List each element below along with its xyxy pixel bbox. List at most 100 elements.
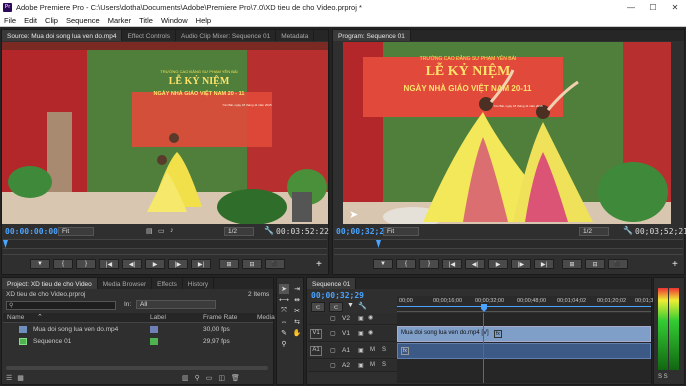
track-header-v2[interactable]: ▢ V2 ▣ ◉ [308, 313, 397, 325]
program-step-forward-button[interactable]: |▶ [511, 259, 531, 269]
tab-source[interactable]: Source: Mua doi song lua ven do.mp4 [2, 30, 123, 41]
track-sync-icon[interactable]: ▣ [358, 347, 364, 354]
track-header-a2[interactable]: ▢ A2 ▣ M S [308, 360, 397, 372]
source-scrub-bar[interactable] [3, 239, 327, 249]
menu-edit[interactable]: Edit [20, 16, 41, 25]
video-clip[interactable]: Mua doi song lua ven do.mp4 [V] fx [397, 326, 651, 342]
tab-effect-controls[interactable]: Effect Controls [122, 30, 176, 41]
linked-selection-icon[interactable]: ⊂ [329, 302, 343, 312]
pen-tool-icon[interactable]: ✎ [279, 328, 289, 338]
program-settings-wrench-icon[interactable]: 🔧 [623, 226, 633, 235]
track-select-tool-icon[interactable]: ⇥ [292, 284, 302, 294]
minimize-button[interactable]: — [620, 0, 642, 14]
source-add-marker-button[interactable]: ▼ [30, 259, 50, 269]
program-extract-button[interactable]: ⊟ [585, 259, 605, 269]
source-overwrite-button[interactable]: ⊟ [242, 259, 262, 269]
icon-view-icon[interactable]: ▦ [17, 374, 24, 382]
slide-tool-icon[interactable]: ⇆ [292, 317, 302, 327]
new-item-icon[interactable]: ◫ [218, 374, 225, 382]
rate-stretch-tool-icon[interactable]: ⤧ [279, 306, 289, 316]
sort-ascending-icon[interactable]: ⌃ [37, 313, 43, 321]
source-play-button[interactable]: ▶ [145, 259, 165, 269]
menu-title[interactable]: Title [135, 16, 157, 25]
tab-sequence-01[interactable]: Sequence 01 [307, 278, 357, 289]
clear-icon[interactable]: 🗑 [231, 374, 240, 382]
program-play-button[interactable]: ▶ [488, 259, 508, 269]
tab-audio-clip-mixer[interactable]: Audio Clip Mixer: Sequence 01 [176, 30, 277, 41]
track-header-v1[interactable]: V1 ▢ V1 ▣ ◉ [308, 326, 397, 342]
source-button-editor[interactable]: + [316, 259, 322, 270]
source-resolution-dropdown[interactable]: 1/2 [224, 227, 254, 236]
close-button[interactable]: ✕ [664, 0, 686, 14]
table-row[interactable]: Sequence 01 29,97 fps [3, 336, 273, 348]
source-timecode[interactable]: 00:00:00:00 [5, 227, 58, 236]
work-area-bar[interactable] [397, 306, 651, 307]
mute-button[interactable]: M [370, 347, 375, 353]
menu-help[interactable]: Help [192, 16, 215, 25]
source-safe-margin-icon[interactable]: ▤ [146, 227, 153, 235]
program-goto-in-button[interactable]: |◀ [442, 259, 462, 269]
hand-tool-icon[interactable]: ✋ [292, 328, 302, 338]
row-label-swatch[interactable] [150, 338, 158, 345]
timeline-tracks-area[interactable]: Mua doi song lua ven do.mp4 [V] fx fx [397, 313, 651, 383]
in-filter-dropdown[interactable]: All [136, 300, 216, 309]
slip-tool-icon[interactable]: ⇔ [279, 317, 289, 327]
track-sync-icon[interactable]: ▣ [358, 330, 364, 337]
source-insert-button[interactable]: ⊞ [219, 259, 239, 269]
program-resolution-dropdown[interactable]: 1/2 [579, 227, 609, 236]
program-playhead[interactable] [376, 240, 381, 248]
solo-button[interactable]: S [382, 362, 386, 368]
program-video-frame[interactable]: TRƯỜNG CAO ĐẲNG SƯ PHẠM YÊN BÁI LỄ KỶ NI… [343, 42, 671, 224]
ripple-edit-tool-icon[interactable]: ⟷ [279, 295, 289, 305]
source-goto-out-button[interactable]: ▶| [191, 259, 211, 269]
track-eye-icon[interactable]: ◉ [368, 314, 373, 321]
tab-media-browser[interactable]: Media Browser [98, 278, 153, 289]
mute-button[interactable]: M [370, 362, 375, 368]
source-zoom-bar[interactable] [3, 254, 327, 255]
menu-sequence[interactable]: Sequence [62, 16, 104, 25]
selection-tool-icon[interactable]: ➤ [279, 284, 289, 294]
tab-history[interactable]: History [183, 278, 215, 289]
tab-effects[interactable]: Effects [152, 278, 183, 289]
program-mark-in-button[interactable]: { [396, 259, 416, 269]
table-row[interactable]: Mua doi song lua ven do.mp4 30,00 fps [3, 324, 273, 336]
program-mark-out-button[interactable]: } [419, 259, 439, 269]
source-playhead[interactable] [3, 240, 8, 248]
program-export-frame-button[interactable]: ⬛ [608, 259, 628, 269]
track-lock-icon[interactable]: ▢ [330, 315, 336, 322]
source-step-forward-button[interactable]: |▶ [168, 259, 188, 269]
track-header-a1[interactable]: A1 ▢ A1 ▣ M S [308, 343, 397, 359]
track-lock-icon[interactable]: ▢ [330, 362, 336, 369]
source-mark-out-button[interactable]: } [76, 259, 96, 269]
solo-button[interactable]: S [382, 347, 386, 353]
source-drag-video-icon[interactable]: ▭ [158, 227, 165, 235]
new-bin-icon[interactable]: ▭ [206, 374, 213, 382]
rolling-edit-tool-icon[interactable]: ⇹ [292, 295, 302, 305]
menu-file[interactable]: File [0, 16, 20, 25]
source-patch-a1[interactable]: A1 [310, 346, 322, 356]
zoom-tool-icon[interactable]: ⚲ [279, 339, 289, 349]
menu-clip[interactable]: Clip [41, 16, 62, 25]
maximize-button[interactable]: ☐ [642, 0, 664, 14]
menu-marker[interactable]: Marker [104, 16, 135, 25]
menu-window[interactable]: Window [157, 16, 192, 25]
source-goto-in-button[interactable]: |◀ [99, 259, 119, 269]
track-eye-icon[interactable]: ◉ [368, 329, 373, 336]
program-button-editor[interactable]: + [672, 259, 678, 270]
list-view-icon[interactable]: ☰ [6, 374, 12, 382]
track-lock-icon[interactable]: ▢ [330, 330, 336, 337]
program-step-back-button[interactable]: ◀| [465, 259, 485, 269]
program-lift-button[interactable]: ⊞ [562, 259, 582, 269]
column-media[interactable]: Media [257, 314, 275, 321]
track-sync-icon[interactable]: ▣ [358, 315, 364, 322]
source-settings-wrench-icon[interactable]: 🔧 [264, 226, 274, 235]
program-goto-out-button[interactable]: ▶| [534, 259, 554, 269]
source-drag-audio-icon[interactable]: ♪ [170, 227, 174, 234]
tab-metadata[interactable]: Metadata [276, 30, 315, 41]
source-export-frame-button[interactable]: ⬛ [265, 259, 285, 269]
source-video-frame[interactable]: TRƯỜNG CAO ĐẲNG SƯ PHẠM YÊN BÁI LỄ KỶ NI… [2, 42, 328, 224]
program-add-marker-button[interactable]: ▼ [373, 259, 393, 269]
column-label[interactable]: Label [150, 314, 166, 321]
source-fit-dropdown[interactable]: Fit [58, 227, 94, 236]
track-sync-icon[interactable]: ▣ [358, 362, 364, 369]
